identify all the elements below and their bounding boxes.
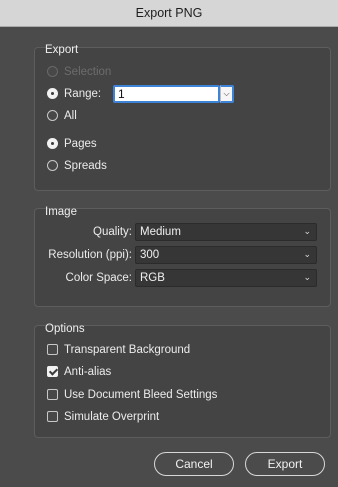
export-png-dialog: Export PNG Export Selection Range: 1 ⌵ A… [0,0,338,487]
quality-select[interactable]: Medium ⌄ [135,223,317,241]
radio-range-label: Range: [64,88,102,100]
checkbox-icon[interactable] [47,411,58,422]
chevron-down-icon: ⌄ [303,249,311,259]
export-group-title: Export [45,44,79,56]
chevron-down-icon: ⌄ [303,272,311,282]
radio-range[interactable]: Range: [35,85,115,103]
cancel-button[interactable]: Cancel [154,452,234,476]
radio-all[interactable]: All [35,107,115,125]
checkbox-document-bleed[interactable]: Use Document Bleed Settings [35,386,265,404]
radio-pages[interactable]: Pages [35,135,125,153]
radio-selection-label: Selection [64,66,112,78]
quality-label: Quality: [93,226,132,238]
chevron-down-icon: ⌵ [223,89,230,98]
image-group: Image Quality: Medium ⌄ Resolution (ppi)… [34,206,331,307]
radio-range-icon[interactable] [47,88,58,99]
checkbox-label: Transparent Background [64,344,191,356]
range-input[interactable]: 1 [113,85,220,103]
radio-spreads-label: Spreads [64,160,107,172]
checkbox-label: Use Document Bleed Settings [64,389,218,401]
radio-pages-icon[interactable] [47,138,58,149]
radio-pages-label: Pages [64,138,97,150]
checkbox-anti-alias[interactable]: Anti-alias [35,363,235,381]
color-space-value: RGB [140,272,165,284]
image-group-title: Image [45,206,77,218]
dialog-title: Export PNG [0,0,338,27]
color-space-select[interactable]: RGB ⌄ [135,269,317,287]
checkbox-simulate-overprint[interactable]: Simulate Overprint [35,408,235,426]
checkbox-checked-icon[interactable] [47,366,58,377]
export-group: Export Selection Range: 1 ⌵ All Pages Sp… [34,44,331,191]
resolution-select[interactable]: 300 ⌄ [135,246,317,264]
range-dropdown-button[interactable]: ⌵ [220,85,234,103]
resolution-value: 300 [140,249,160,261]
chevron-down-icon: ⌄ [303,226,311,236]
radio-spreads-icon[interactable] [47,160,58,171]
export-button[interactable]: Export [245,452,325,476]
checkbox-label: Simulate Overprint [64,411,160,423]
radio-spreads[interactable]: Spreads [35,157,125,175]
checkbox-transparent-background[interactable]: Transparent Background [35,341,235,359]
quality-value: Medium [140,226,181,238]
options-group: Options Transparent Background Anti-alia… [34,323,331,438]
checkbox-label: Anti-alias [64,366,112,378]
radio-all-label: All [64,110,77,122]
checkbox-icon[interactable] [47,344,58,355]
radio-all-icon[interactable] [47,110,58,121]
checkbox-icon[interactable] [47,389,58,400]
resolution-label: Resolution (ppi): [48,249,132,261]
options-group-title: Options [45,323,85,335]
color-space-label: Color Space: [65,272,132,284]
radio-selection-icon [47,66,58,77]
radio-selection: Selection [35,63,235,81]
